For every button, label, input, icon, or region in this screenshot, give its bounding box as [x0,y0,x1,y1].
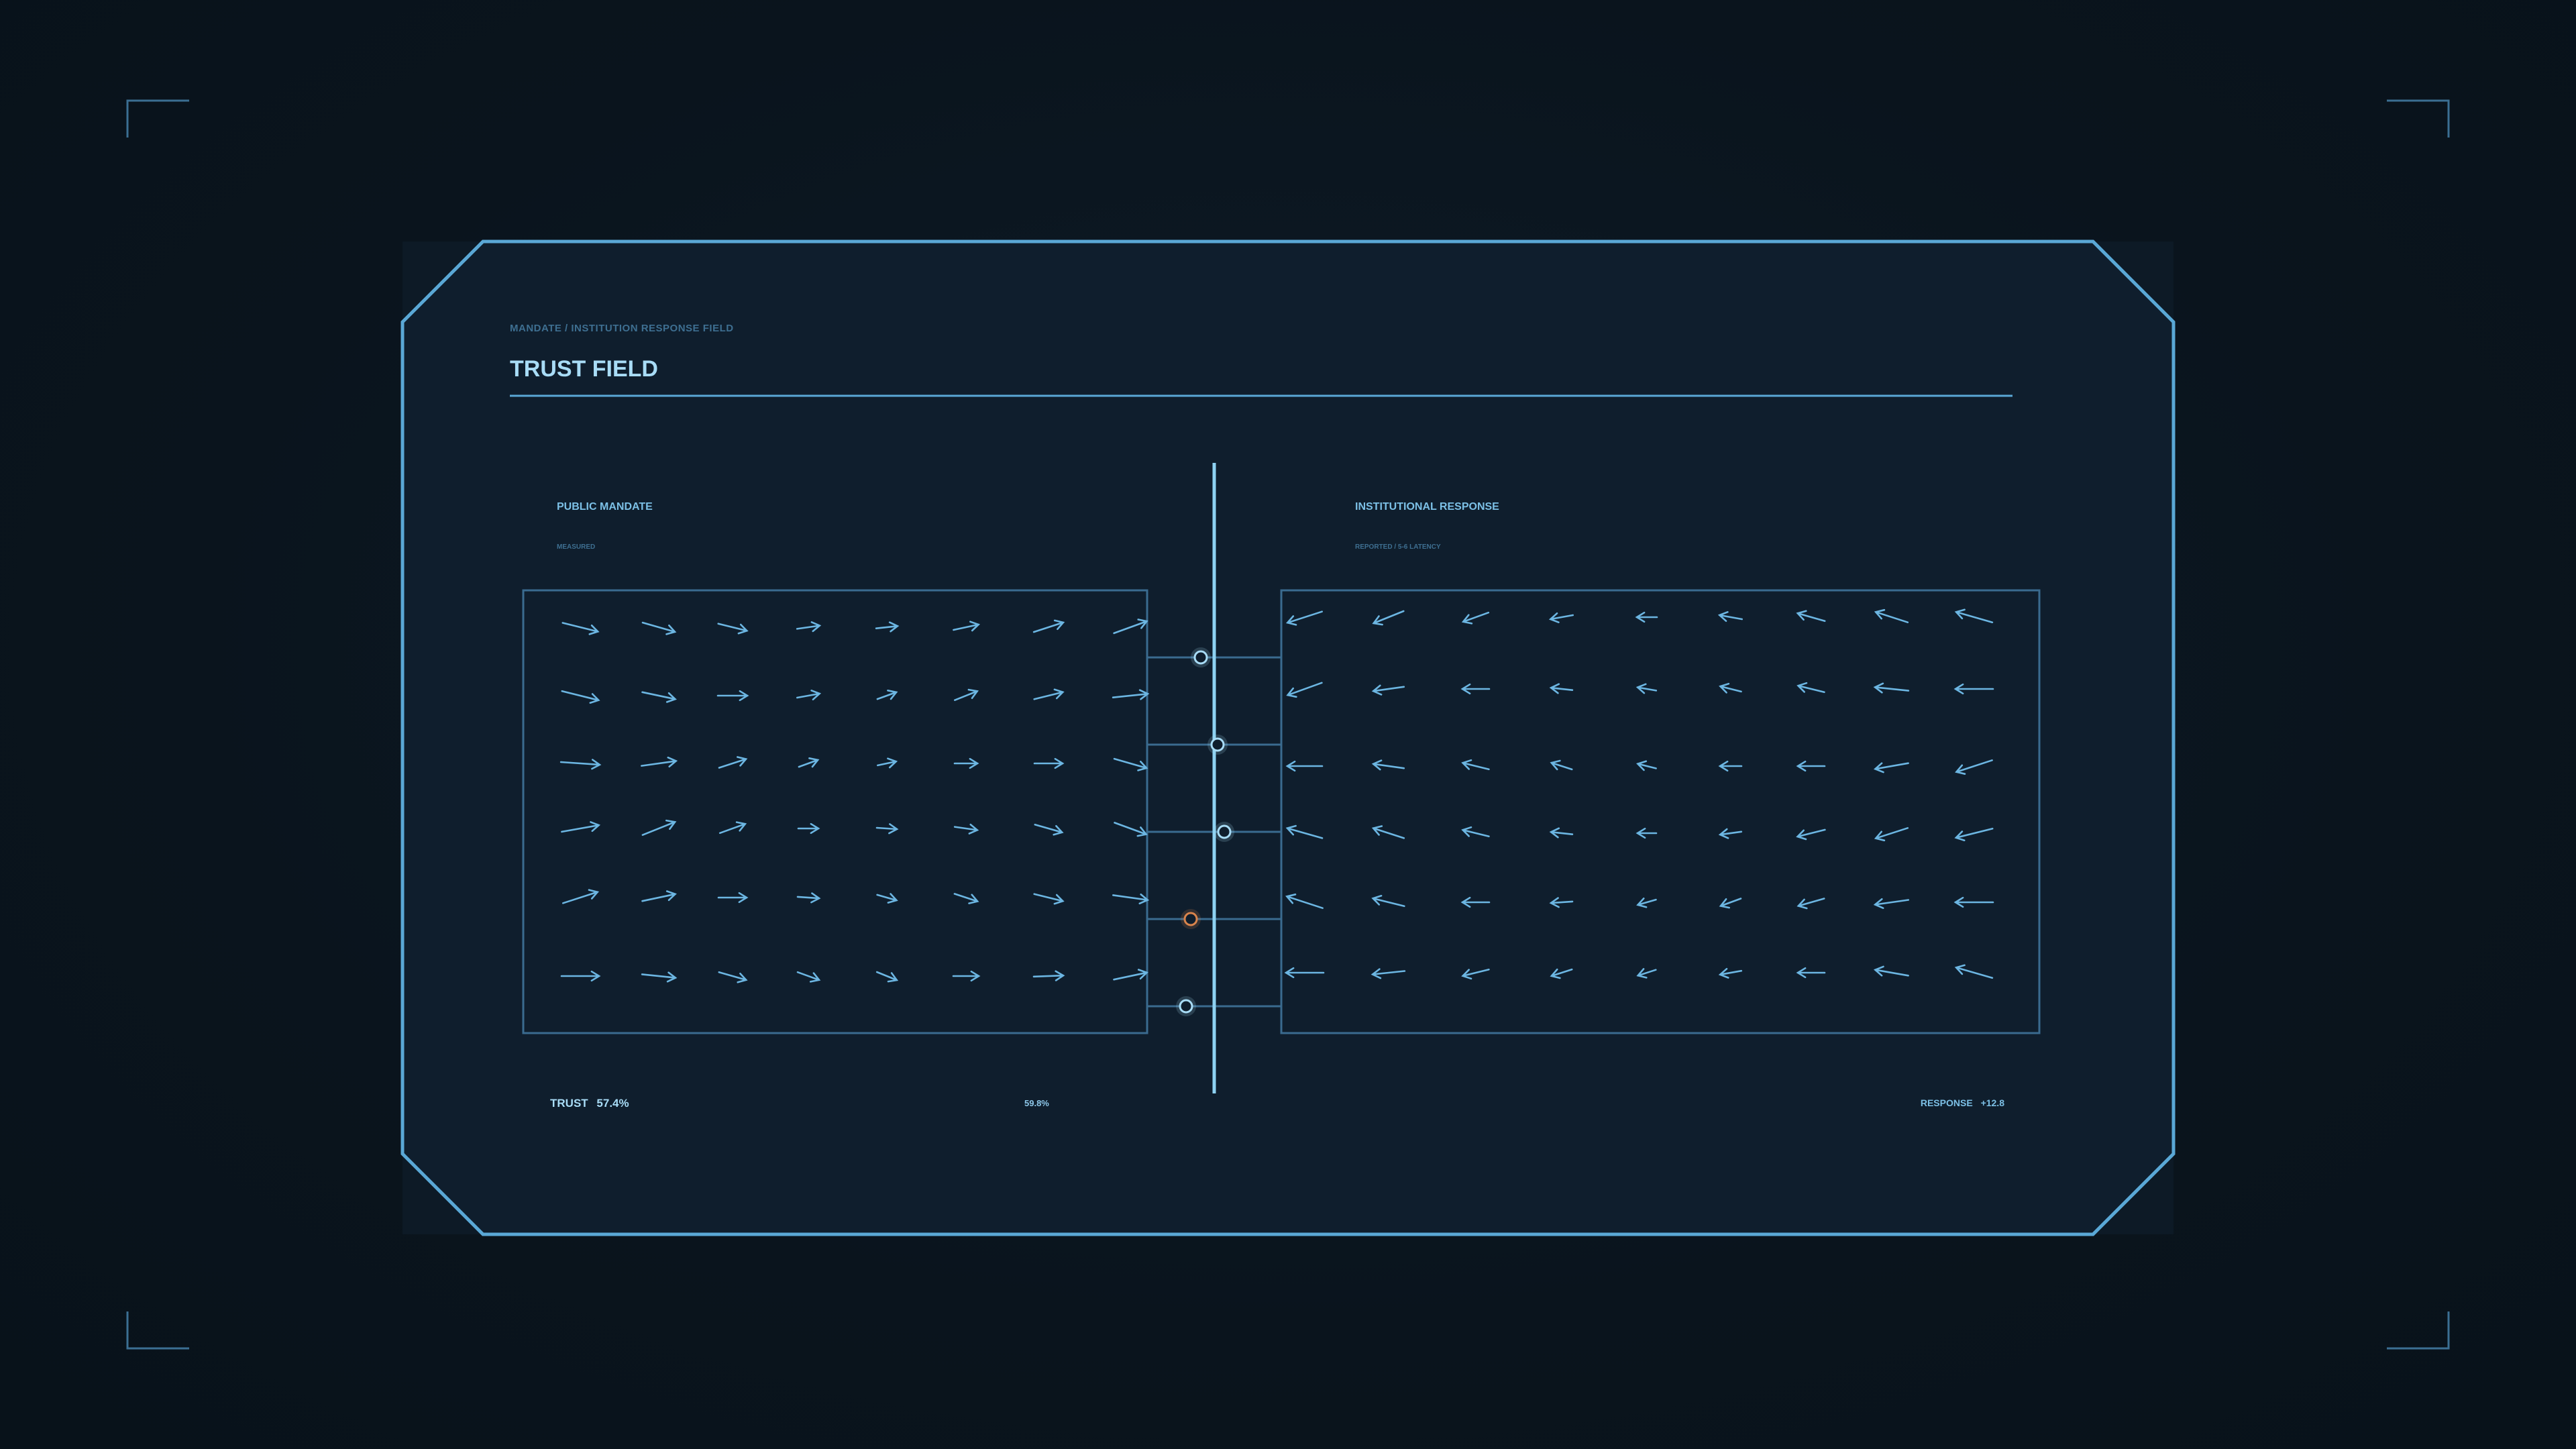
channel-node[interactable] [1217,824,1232,839]
corner-bracket-bottom-right [2387,1311,2450,1350]
left-field-sublabel: MEASURED [557,543,595,551]
corner-bracket-top-right [2387,99,2450,138]
response-readout-label: RESPONSE [1921,1097,1973,1108]
panel-eyebrow: MANDATE / INSTITUTION RESPONSE FIELD [510,323,734,334]
corner-bracket-top-left [126,99,189,138]
right-field-sublabel: REPORTED / 5-6 LATENCY [1355,543,1441,551]
trust-field-scene: MANDATE / INSTITUTION RESPONSE FIELD TRU… [126,99,2450,1350]
corner-bracket-bottom-left [126,1311,189,1350]
mid-readout-value: 59.8% [1024,1098,1049,1108]
channel-node-alert[interactable] [1183,912,1198,926]
trust-readout-label: TRUST [550,1097,588,1110]
page-title: TRUST FIELD [510,356,658,382]
left-field-label: PUBLIC MANDATE [557,501,653,513]
panel-frame [400,239,2176,1236]
trust-readout: TRUST 57.4% [550,1097,629,1110]
trust-readout-value: 57.4% [596,1097,629,1110]
channel-node[interactable] [1193,650,1208,665]
dashboard-stage: MANDATE / INSTITUTION RESPONSE FIELD TRU… [0,0,2576,1449]
response-readout: RESPONSE +12.8 [1921,1097,2004,1108]
response-readout-value: +12.8 [1981,1097,2005,1108]
channel-node[interactable] [1179,999,1193,1014]
channel-node[interactable] [1210,737,1225,752]
right-field-label: INSTITUTIONAL RESPONSE [1355,501,1499,513]
